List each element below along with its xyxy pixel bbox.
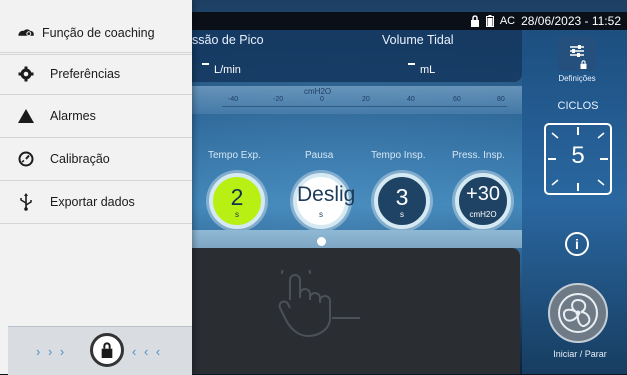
lock-arrows-left: › › › bbox=[36, 344, 67, 359]
scale-tick: -40 bbox=[228, 96, 239, 103]
drawer-item-label: Calibração bbox=[50, 152, 110, 166]
lock-icon bbox=[101, 342, 113, 358]
pause-value: Deslig bbox=[297, 183, 356, 206]
cycles-label: CICLOS bbox=[557, 100, 599, 112]
screen-lock-slider[interactable]: › › › ‹ ‹ ‹ bbox=[8, 326, 192, 375]
drawer-item-calibration[interactable]: Calibração bbox=[0, 138, 192, 181]
tidal-volume-dash bbox=[408, 63, 415, 65]
tidal-volume-unit: mL bbox=[420, 64, 436, 76]
lock-handle[interactable] bbox=[90, 333, 124, 367]
pressure-scale: cmH2O -40 -20 0 20 40 60 80 bbox=[192, 86, 522, 114]
power-source-label: AC bbox=[499, 15, 516, 27]
insp-time-value: 3 bbox=[395, 184, 409, 210]
battery-icon bbox=[485, 15, 494, 27]
drawer-item-preferences[interactable]: Preferências bbox=[0, 52, 192, 95]
insp-pressure-value: +30 bbox=[466, 183, 500, 205]
scale-tick: 80 bbox=[497, 96, 505, 103]
start-stop-label: Iniciar / Parar bbox=[553, 349, 607, 359]
scale-unit: cmH2O bbox=[304, 87, 332, 96]
side-drawer: Função de coaching Preferências Alarmes bbox=[0, 0, 192, 375]
scale-tick: 60 bbox=[453, 96, 461, 103]
param-label-insp-time: Tempo Insp. bbox=[371, 150, 426, 161]
fan-icon bbox=[558, 293, 598, 333]
scale-tick: -20 bbox=[273, 96, 284, 103]
sliders-icon bbox=[570, 45, 584, 57]
settings-label: Definições bbox=[558, 74, 596, 83]
scale-tick: 0 bbox=[320, 96, 324, 103]
status-bar: AC 28/06/2023 - 11:52 bbox=[192, 12, 627, 30]
touch-gesture-icon bbox=[278, 270, 360, 338]
touch-area[interactable] bbox=[192, 248, 520, 374]
cycles-value: 5 bbox=[571, 142, 585, 169]
drawer-item-label: Preferências bbox=[50, 66, 121, 81]
param-label-pause: Pausa bbox=[305, 150, 334, 161]
gear-icon bbox=[17, 65, 35, 83]
exp-time-unit: s bbox=[235, 210, 239, 219]
drawer-item-alarms[interactable]: Alarmes bbox=[0, 95, 192, 138]
start-stop-button[interactable] bbox=[548, 283, 608, 343]
lock-badge-icon bbox=[580, 60, 587, 69]
drawer-item-label: Exportar dados bbox=[50, 195, 135, 209]
gauge-icon bbox=[17, 150, 35, 168]
insp-time-unit: s bbox=[400, 210, 404, 219]
pause-knob[interactable]: Deslig s bbox=[293, 173, 356, 229]
usb-icon bbox=[17, 193, 35, 211]
param-label-exp-time: Tempo Exp. bbox=[208, 150, 261, 161]
graph-strip bbox=[192, 230, 522, 248]
scale-axis bbox=[222, 106, 507, 107]
info-button[interactable]: i bbox=[565, 232, 589, 256]
insp-time-knob[interactable]: 3 s bbox=[374, 173, 430, 229]
drawer-item-export[interactable]: Exportar dados bbox=[0, 181, 192, 224]
tidal-volume-title: Volume Tidal bbox=[382, 33, 454, 47]
small-lock-icon bbox=[317, 237, 326, 246]
insp-pressure-unit: cmH2O bbox=[469, 210, 497, 219]
pause-unit: s bbox=[319, 210, 323, 219]
drawer-item-label: Alarmes bbox=[50, 109, 96, 123]
scale-tick: 20 bbox=[362, 96, 370, 103]
measurement-header: ssão de Pico Volume Tidal L/min mL bbox=[192, 30, 522, 82]
insp-pressure-knob[interactable]: +30 cmH2O bbox=[455, 173, 511, 229]
drawer-item-label: Função de coaching bbox=[42, 26, 155, 40]
warning-triangle-icon bbox=[17, 107, 35, 125]
scale-tick: 40 bbox=[407, 96, 415, 103]
peak-pressure-dash bbox=[202, 63, 209, 65]
exp-time-value: 2 bbox=[230, 184, 244, 210]
datetime: 28/06/2023 - 11:52 bbox=[521, 14, 621, 28]
lock-icon bbox=[470, 15, 479, 27]
exp-time-knob[interactable]: 2 s bbox=[209, 173, 265, 229]
coaching-icon bbox=[17, 24, 35, 42]
peak-pressure-title: ssão de Pico bbox=[192, 33, 264, 47]
lock-arrows-right: ‹ ‹ ‹ bbox=[132, 344, 163, 359]
drawer-item-coaching[interactable]: Função de coaching bbox=[0, 12, 192, 55]
peak-pressure-unit: L/min bbox=[214, 64, 241, 76]
info-icon: i bbox=[575, 236, 579, 252]
settings-button[interactable] bbox=[558, 37, 596, 71]
param-label-insp-pressure: Press. Insp. bbox=[452, 150, 505, 161]
